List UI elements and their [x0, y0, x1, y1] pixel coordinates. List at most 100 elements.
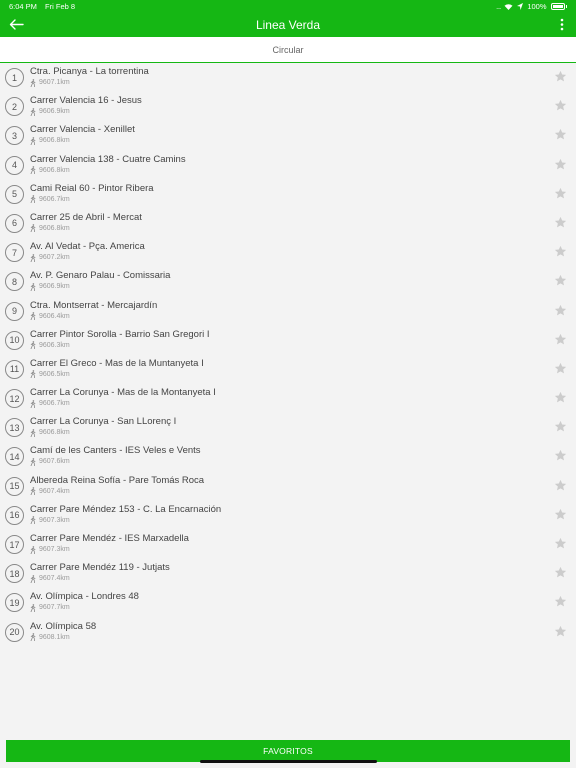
stop-row[interactable]: 7 Av. Al Vedat - Pça. America 9607.2km: [0, 238, 576, 267]
star-icon[interactable]: [554, 508, 567, 521]
stop-distance: 9606.7km: [30, 399, 216, 408]
stop-distance: 9607.3km: [30, 516, 221, 525]
star-icon[interactable]: [554, 479, 567, 492]
stop-name: Carrer Pare Méndez 153 - C. La Encarnaci…: [30, 503, 222, 515]
location-icon: [517, 2, 524, 10]
walking-icon: [30, 428, 36, 437]
star-icon[interactable]: [554, 216, 567, 229]
star-icon[interactable]: [554, 449, 567, 462]
walking-icon: [30, 312, 36, 320]
star-icon[interactable]: [554, 537, 567, 550]
stop-distance-value: 9606.4km: [39, 312, 70, 320]
stop-number-badge: 11: [5, 359, 24, 379]
star-icon[interactable]: [554, 304, 567, 317]
stop-row[interactable]: 2 Carrer Valencia 16 - Jesus 9606.9km: [0, 92, 576, 121]
home-indicator: [200, 760, 377, 763]
stop-row[interactable]: 19 Av. Olímpica - Londres 48 9607.7km: [0, 588, 576, 617]
stop-name: Carrer Pare Mendéz - IES Marxadella: [30, 533, 189, 544]
stop-number-badge: 18: [5, 564, 24, 584]
star-icon[interactable]: [554, 625, 567, 638]
stop-row[interactable]: 10 Carrer Pintor Sorolla - Barrio San Gre…: [0, 326, 576, 355]
stop-row[interactable]: 15 Albereda Reina Sofía - Pare Tomás Roca…: [0, 472, 576, 501]
star-icon[interactable]: [554, 99, 567, 112]
star-icon[interactable]: [554, 566, 567, 579]
stop-text: Carrer El Greco - Mas de la Muntanyeta I…: [30, 358, 204, 379]
star-icon[interactable]: [554, 128, 567, 141]
star-icon[interactable]: [554, 245, 567, 258]
favorites-button[interactable]: FAVORITOS: [6, 740, 570, 762]
stop-name: Av. Olímpica 58: [30, 620, 97, 632]
walking-icon: [30, 224, 36, 233]
stop-row[interactable]: 9 Ctra. Montserrat - Mercajardín 9606.4km: [0, 297, 576, 326]
stop-row[interactable]: 17 Carrer Pare Mendéz - IES Marxadella 960…: [0, 530, 576, 559]
stop-distance: 9606.9km: [30, 107, 142, 116]
walking-icon: [30, 253, 36, 262]
star-icon[interactable]: [554, 391, 567, 404]
stop-name: Ctra. Picanya - La torrentina: [30, 66, 149, 77]
stop-distance-value: 9606.8km: [39, 137, 70, 145]
star-icon[interactable]: [554, 333, 567, 346]
star-icon[interactable]: [554, 362, 567, 375]
stop-distance: 9607.1km: [30, 78, 149, 87]
walking-icon: [30, 166, 36, 175]
stop-row[interactable]: 4 Carrer Valencia 138 - Cuatre Camins 9606…: [0, 151, 576, 180]
back-button[interactable]: [7, 16, 25, 33]
stop-number-badge: 13: [5, 418, 24, 438]
stop-row[interactable]: 1 Ctra. Picanya - La torrentina 9607.1km: [0, 63, 576, 92]
stop-row[interactable]: 6 Carrer 25 de Abril - Mercat 9606.8km: [0, 209, 576, 238]
battery-tip: [565, 4, 567, 8]
stop-number-badge: 14: [5, 447, 24, 467]
star-icon[interactable]: [554, 187, 567, 200]
stop-row[interactable]: 12 Carrer La Corunya - Mas de la Montanye…: [0, 384, 576, 413]
stop-distance-value: 9607.4km: [39, 575, 70, 583]
stop-number-badge: 8: [5, 272, 24, 292]
stop-row[interactable]: 11 Carrer El Greco - Mas de la Muntanyeta…: [0, 355, 576, 384]
stop-text: Cami Reial 60 - Pintor Ribera 9606.7km: [30, 183, 154, 204]
menu-button[interactable]: [556, 16, 568, 33]
stop-text: Av. P. Genaro Palau - Comissaria 9606.9km: [30, 270, 170, 291]
star-icon[interactable]: [554, 274, 567, 287]
stop-name: Carrer La Corunya - San LLorenç I: [30, 416, 177, 428]
stop-text: Av. Olímpica - Londres 48 9607.7km: [30, 591, 139, 612]
stop-text: Camí de les Canters - IES Veles e Vents 9…: [30, 445, 201, 466]
status-bar: 6:04 PM Fri Feb 8 .... 100%: [0, 0, 576, 12]
stop-distance-value: 9607.3km: [39, 516, 70, 524]
stop-distance-value: 9608.1km: [39, 633, 70, 641]
stop-distance-value: 9607.2km: [39, 254, 70, 262]
stop-text: Carrer 25 de Abril - Mercat 9606.8km: [30, 212, 142, 233]
stop-number-badge: 19: [5, 593, 24, 613]
stop-distance: 9606.8km: [30, 224, 142, 233]
stop-row[interactable]: 3 Carrer Valencia - Xenillet 9606.8km: [0, 121, 576, 150]
stop-text: Carrer Pare Mendéz - IES Marxadella 9607.…: [30, 533, 189, 554]
stop-row[interactable]: 14 Camí de les Canters - IES Veles e Vent…: [0, 442, 576, 471]
stop-text: Ctra. Montserrat - Mercajardín 9606.4km: [30, 300, 157, 321]
walking-icon: [30, 107, 36, 116]
star-icon[interactable]: [554, 158, 567, 171]
stop-number-badge: 15: [5, 476, 24, 496]
stop-distance-value: 9606.7km: [39, 400, 70, 408]
walking-icon: [30, 195, 36, 204]
stop-row[interactable]: 5 Cami Reial 60 - Pintor Ribera 9606.7km: [0, 180, 576, 209]
star-icon[interactable]: [554, 70, 567, 83]
stop-row[interactable]: 16 Carrer Pare Méndez 153 - C. La Encarna…: [0, 501, 576, 530]
walking-icon: [30, 399, 36, 408]
star-icon[interactable]: [554, 420, 567, 433]
stop-row[interactable]: 20 Av. Olímpica 58 9608.1km: [0, 618, 576, 647]
stop-distance-value: 9607.3km: [39, 546, 70, 553]
stop-distance-value: 9606.8km: [39, 166, 70, 174]
arrow-left-icon: [9, 19, 24, 30]
stop-name: Carrer Valencia - Xenillet: [30, 124, 135, 136]
stop-number-badge: 1: [5, 68, 24, 87]
status-date: Fri Feb 8: [45, 1, 76, 11]
star-icon[interactable]: [554, 595, 567, 608]
stop-number-badge: 10: [5, 330, 24, 350]
stop-row[interactable]: 13 Carrer La Corunya - San LLorenç I 9606.…: [0, 413, 576, 442]
stop-text: Carrer Valencia - Xenillet 9606.8km: [30, 124, 135, 145]
stop-row[interactable]: 8 Av. P. Genaro Palau - Comissaria 9606.9k…: [0, 267, 576, 296]
stop-row[interactable]: 18 Carrer Pare Mendéz 119 - Jutjats 9607.4…: [0, 559, 576, 588]
route-subheader: Circular: [0, 37, 576, 63]
stop-number-badge: 9: [5, 301, 24, 321]
stop-number-badge: 6: [5, 213, 24, 233]
stop-distance: 9606.8km: [30, 166, 186, 175]
walking-icon: [30, 136, 36, 145]
